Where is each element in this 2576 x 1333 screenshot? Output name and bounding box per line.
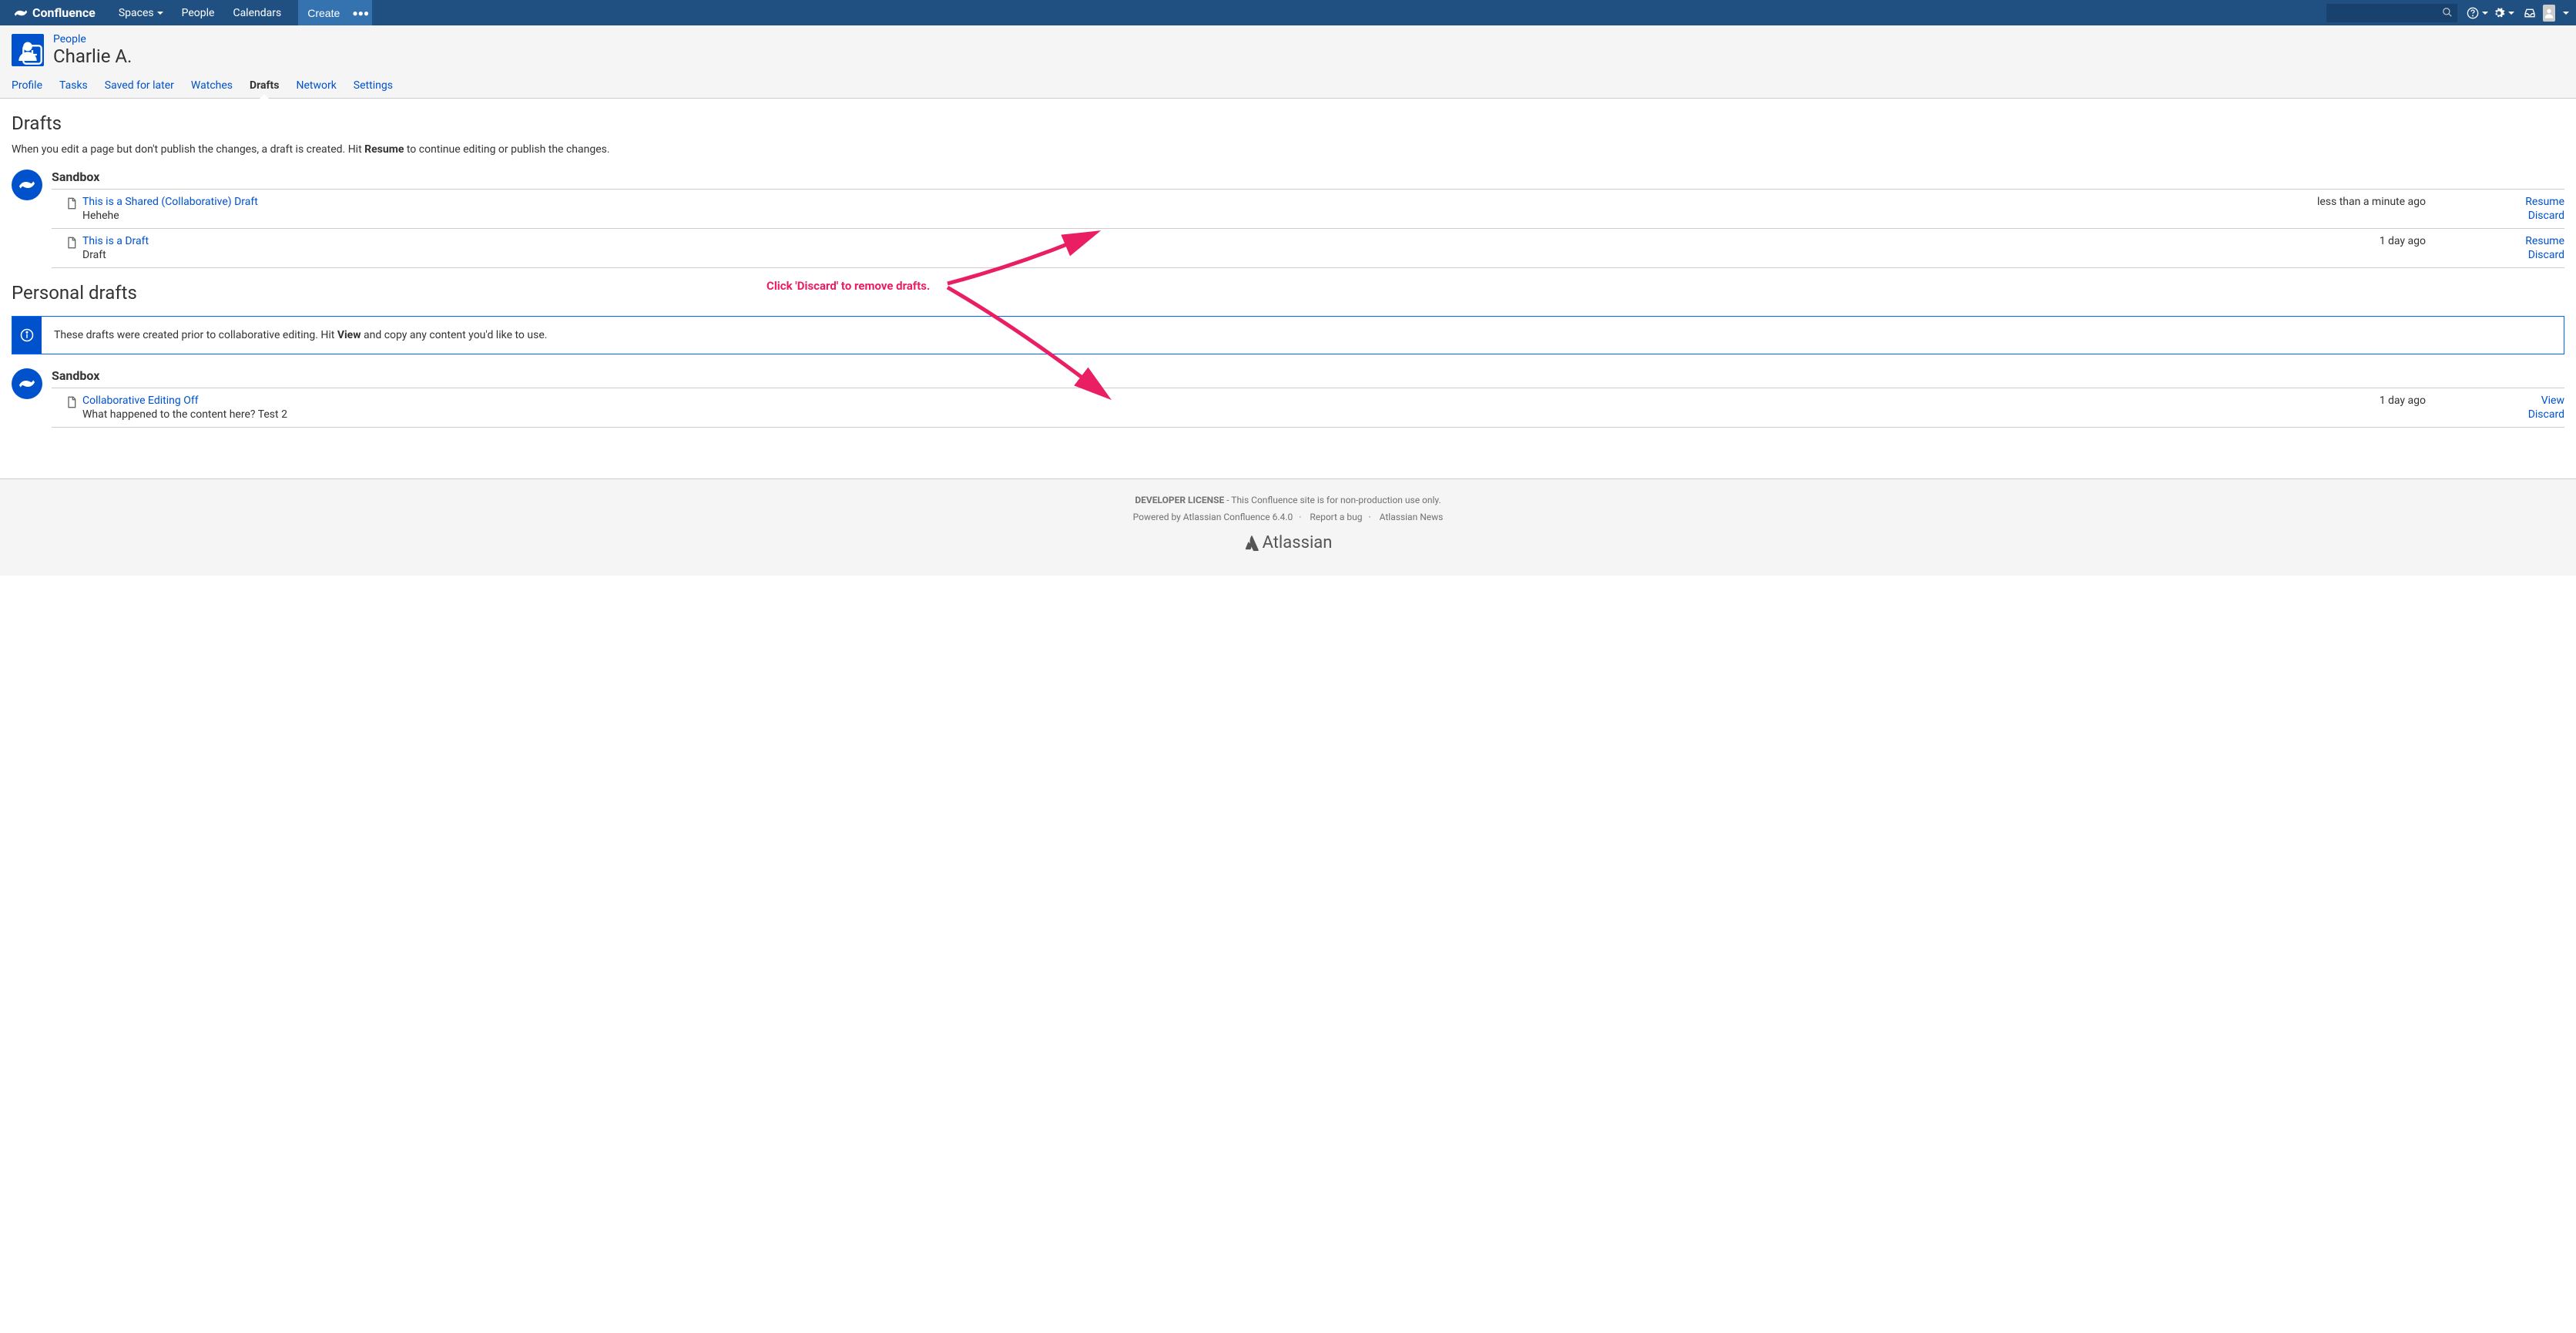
help-icon	[2467, 7, 2479, 19]
draft-timestamp: 1 day ago	[2380, 395, 2426, 407]
footer-news[interactable]: Atlassian News	[1380, 512, 1444, 522]
draft-title-link[interactable]: This is a Shared (Collaborative) Draft	[82, 196, 258, 208]
nav-calendars[interactable]: Calendars	[223, 0, 290, 25]
view-link[interactable]: View	[2541, 395, 2564, 407]
footer-license-bold: DEVELOPER LICENSE	[1135, 495, 1224, 505]
draft-timestamp: 1 day ago	[2380, 235, 2426, 247]
confluence-space-icon	[18, 176, 35, 193]
top-navigation: Confluence Spaces People Calendars Creat…	[0, 0, 2576, 25]
discard-link[interactable]: Discard	[2528, 408, 2564, 421]
atlassian-icon	[1244, 536, 1259, 551]
help-button[interactable]	[2465, 0, 2490, 25]
primary-nav: Spaces People Calendars Create ●●●	[109, 0, 372, 25]
confluence-logo[interactable]: Confluence	[14, 5, 96, 20]
profile-header: People Charlie A. Profile Tasks Saved fo…	[0, 25, 2576, 99]
drafts-description: When you edit a page but don't publish t…	[12, 143, 2564, 156]
tab-profile[interactable]: Profile	[12, 73, 42, 98]
resume-link[interactable]: Resume	[2525, 196, 2564, 208]
settings-button[interactable]	[2491, 0, 2516, 25]
profile-tabs: Profile Tasks Saved for later Watches Dr…	[12, 73, 2564, 98]
more-menu-button[interactable]: ●●●	[349, 0, 372, 25]
chevron-down-icon	[2508, 12, 2514, 15]
info-banner: These drafts were created prior to colla…	[12, 316, 2564, 354]
user-menu-button[interactable]	[2544, 0, 2568, 25]
space-name: Sandbox	[52, 170, 2564, 190]
tab-tasks[interactable]: Tasks	[59, 73, 88, 98]
page-footer: DEVELOPER LICENSE - This Confluence site…	[0, 478, 2576, 576]
avatar-icon	[2543, 5, 2555, 22]
draft-row: Collaborative Editing Off What happened …	[52, 388, 2564, 428]
chevron-down-icon	[2563, 12, 2569, 15]
space-name: Sandbox	[52, 368, 2564, 388]
space-avatar	[12, 170, 42, 200]
inbox-icon	[2524, 7, 2536, 19]
draft-excerpt: What happened to the content here? Test …	[82, 408, 2380, 421]
confluence-icon	[14, 6, 28, 20]
profile-name: Charlie A.	[53, 45, 132, 67]
draft-title-link[interactable]: Collaborative Editing Off	[82, 395, 199, 407]
chevron-down-icon	[157, 12, 163, 15]
nav-people[interactable]: People	[173, 0, 224, 25]
nav-spaces[interactable]: Spaces	[109, 0, 173, 25]
footer-license-text: - This Confluence site is for non-produc…	[1224, 495, 1441, 505]
tab-watches[interactable]: Watches	[191, 73, 233, 98]
breadcrumb-people[interactable]: People	[53, 33, 86, 45]
tab-network[interactable]: Network	[296, 73, 336, 98]
search-icon	[2442, 7, 2453, 21]
info-icon	[20, 328, 34, 342]
gear-icon	[2493, 7, 2505, 19]
add-icon	[22, 44, 43, 65]
footer-report-bug[interactable]: Report a bug	[1310, 512, 1362, 522]
resume-link[interactable]: Resume	[2525, 235, 2564, 247]
tab-drafts[interactable]: Drafts	[250, 73, 279, 98]
draft-excerpt: Draft	[82, 249, 2380, 261]
footer-powered-by[interactable]: Powered by Atlassian Confluence 6.4.0	[1133, 512, 1293, 522]
confluence-space-icon	[18, 375, 35, 392]
discard-link[interactable]: Discard	[2528, 210, 2564, 222]
tab-saved-for-later[interactable]: Saved for later	[105, 73, 174, 98]
draft-excerpt: Hehehe	[82, 210, 2317, 222]
search-input[interactable]	[2326, 4, 2457, 22]
personal-drafts-heading: Personal drafts	[12, 282, 2564, 304]
tab-settings[interactable]: Settings	[354, 73, 393, 98]
draft-title-link[interactable]: This is a Draft	[82, 235, 149, 247]
personal-drafts-space-block: Sandbox Collaborative Editing Off What h…	[12, 368, 2564, 428]
notifications-button[interactable]	[2517, 0, 2542, 25]
page-icon	[65, 237, 78, 249]
info-text: These drafts were created prior to colla…	[42, 317, 559, 354]
drafts-heading: Drafts	[12, 112, 2564, 134]
drafts-space-block: Sandbox This is a Shared (Collaborative)…	[12, 170, 2564, 268]
draft-row: This is a Shared (Collaborative) Draft H…	[52, 190, 2564, 229]
main-content: Drafts When you edit a page but don't pu…	[0, 99, 2576, 455]
create-button[interactable]: Create	[298, 0, 349, 25]
logo-text: Confluence	[32, 5, 96, 20]
draft-row: This is a Draft Draft 1 day ago Resume D…	[52, 229, 2564, 268]
space-avatar	[12, 368, 42, 399]
discard-link[interactable]: Discard	[2528, 249, 2564, 261]
atlassian-footer-logo[interactable]: Atlassian	[0, 533, 2576, 552]
draft-timestamp: less than a minute ago	[2317, 196, 2426, 208]
top-right-controls	[2326, 0, 2568, 25]
page-icon	[65, 197, 78, 210]
profile-avatar	[12, 34, 44, 66]
chevron-down-icon	[2482, 12, 2488, 15]
page-icon	[65, 396, 78, 408]
